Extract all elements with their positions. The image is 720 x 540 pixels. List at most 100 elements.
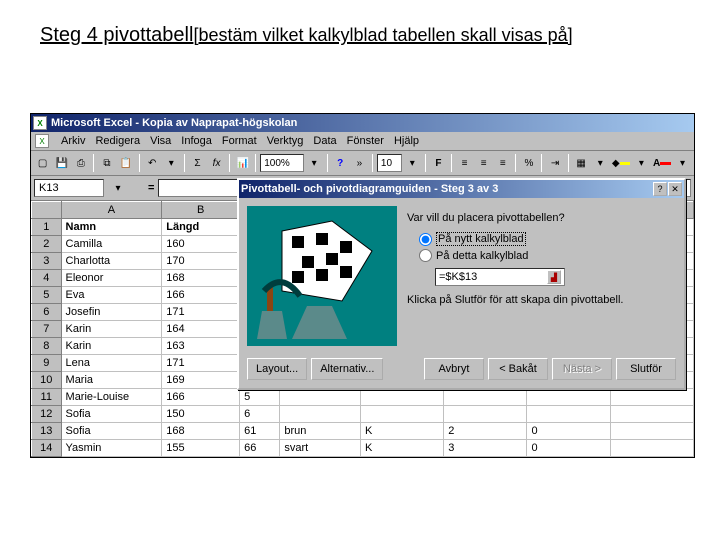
cell[interactable]: Josefin bbox=[61, 304, 162, 321]
cell[interactable]: 0 bbox=[527, 440, 610, 457]
cell[interactable]: Lena bbox=[61, 355, 162, 372]
row-header[interactable]: 6 bbox=[32, 304, 62, 321]
cell[interactable] bbox=[444, 389, 527, 406]
cancel-button[interactable]: Avbryt bbox=[424, 358, 484, 380]
cell[interactable]: 2 bbox=[444, 423, 527, 440]
bold-button[interactable]: F bbox=[430, 153, 447, 173]
row-header[interactable]: 14 bbox=[32, 440, 62, 457]
row-header[interactable]: 12 bbox=[32, 406, 62, 423]
cell[interactable]: 164 bbox=[162, 321, 240, 338]
redo-dropdown[interactable]: ▾ bbox=[163, 153, 180, 173]
percent-button[interactable]: % bbox=[520, 153, 537, 173]
cell[interactable]: 61 bbox=[240, 423, 280, 440]
menu-arkiv[interactable]: Arkiv bbox=[61, 135, 85, 147]
cell[interactable]: 6 bbox=[240, 406, 280, 423]
align-center-button[interactable]: ≡ bbox=[475, 153, 492, 173]
menu-visa[interactable]: Visa bbox=[150, 135, 171, 147]
cell[interactable]: 163 bbox=[162, 338, 240, 355]
cell[interactable]: Karin bbox=[61, 321, 162, 338]
row-header[interactable]: 8 bbox=[32, 338, 62, 355]
collapse-dialog-icon[interactable]: ▟ bbox=[547, 270, 561, 284]
cell[interactable]: Sofia bbox=[61, 406, 162, 423]
cell[interactable] bbox=[360, 406, 443, 423]
cell[interactable]: Eva bbox=[61, 287, 162, 304]
menu-redigera[interactable]: Redigera bbox=[95, 135, 140, 147]
help-button[interactable]: ? bbox=[332, 153, 349, 173]
indent-button[interactable]: ⇥ bbox=[546, 153, 563, 173]
row-header[interactable]: 5 bbox=[32, 287, 62, 304]
more-button[interactable]: » bbox=[351, 153, 368, 173]
layout-button[interactable]: Layout... bbox=[247, 358, 307, 380]
radio-this-sheet[interactable] bbox=[419, 249, 432, 262]
dialog-close-button[interactable]: ✕ bbox=[668, 182, 682, 196]
row-header[interactable]: 9 bbox=[32, 355, 62, 372]
cell[interactable]: 169 bbox=[162, 372, 240, 389]
print-button[interactable]: ⎙ bbox=[72, 153, 89, 173]
fontsize-input[interactable]: 10 bbox=[377, 154, 402, 172]
cell[interactable]: 171 bbox=[162, 304, 240, 321]
fx-button[interactable]: fx bbox=[208, 153, 225, 173]
cell[interactable]: svart bbox=[280, 440, 361, 457]
cell[interactable]: Karin bbox=[61, 338, 162, 355]
chart-button[interactable]: 📊 bbox=[234, 153, 251, 173]
cell[interactable]: 3 bbox=[444, 440, 527, 457]
cell[interactable]: 168 bbox=[162, 423, 240, 440]
undo-button[interactable]: ↶ bbox=[144, 153, 161, 173]
fontsize-dropdown[interactable]: ▾ bbox=[404, 153, 421, 173]
cell[interactable] bbox=[527, 389, 610, 406]
save-button[interactable]: 💾 bbox=[53, 153, 70, 173]
zoom-input[interactable]: 100% bbox=[260, 154, 303, 172]
border-button[interactable]: ▦ bbox=[573, 153, 590, 173]
cell[interactable]: Marie-Louise bbox=[61, 389, 162, 406]
back-button[interactable]: < Bakåt bbox=[488, 358, 548, 380]
cell[interactable]: 171 bbox=[162, 355, 240, 372]
new-button[interactable]: ▢ bbox=[34, 153, 51, 173]
border-dropdown[interactable]: ▾ bbox=[592, 153, 609, 173]
zoom-dropdown[interactable]: ▾ bbox=[306, 153, 323, 173]
options-button[interactable]: Alternativ... bbox=[311, 358, 383, 380]
dialog-titlebar[interactable]: Pivottabell- och pivotdiagramguiden - St… bbox=[239, 180, 684, 198]
cell[interactable]: 170 bbox=[162, 253, 240, 270]
cell[interactable]: Maria bbox=[61, 372, 162, 389]
cell[interactable]: 166 bbox=[162, 389, 240, 406]
paste-button[interactable]: 📋 bbox=[118, 153, 135, 173]
cell[interactable] bbox=[280, 389, 361, 406]
row-header[interactable]: 7 bbox=[32, 321, 62, 338]
menu-fonster[interactable]: Fönster bbox=[347, 135, 384, 147]
cell[interactable]: 160 bbox=[162, 236, 240, 253]
cell[interactable]: Charlotta bbox=[61, 253, 162, 270]
cell[interactable] bbox=[360, 389, 443, 406]
cell[interactable] bbox=[610, 406, 693, 423]
cell[interactable] bbox=[610, 423, 693, 440]
cell[interactable]: 168 bbox=[162, 270, 240, 287]
row-header[interactable]: 13 bbox=[32, 423, 62, 440]
row-header[interactable]: 4 bbox=[32, 270, 62, 287]
align-right-button[interactable]: ≡ bbox=[494, 153, 511, 173]
cell[interactable]: Yasmin bbox=[61, 440, 162, 457]
cell[interactable]: 150 bbox=[162, 406, 240, 423]
finish-button[interactable]: Slutför bbox=[616, 358, 676, 380]
menu-data[interactable]: Data bbox=[313, 135, 336, 147]
menu-format[interactable]: Format bbox=[222, 135, 257, 147]
cell[interactable]: brun bbox=[280, 423, 361, 440]
radio-new-sheet[interactable] bbox=[419, 233, 432, 246]
cell[interactable] bbox=[280, 406, 361, 423]
cell[interactable] bbox=[527, 406, 610, 423]
namebox-dropdown[interactable]: ▾ bbox=[108, 178, 128, 198]
cell[interactable] bbox=[610, 389, 693, 406]
cell[interactable]: K bbox=[360, 440, 443, 457]
cell[interactable]: 66 bbox=[240, 440, 280, 457]
cell[interactable] bbox=[610, 440, 693, 457]
cell-ref-input[interactable]: =$K$13 ▟ bbox=[435, 268, 565, 286]
cell[interactable]: 0 bbox=[527, 423, 610, 440]
cell[interactable]: Eleonor bbox=[61, 270, 162, 287]
cell[interactable]: Sofia bbox=[61, 423, 162, 440]
menu-verktyg[interactable]: Verktyg bbox=[267, 135, 304, 147]
fillcolor-dropdown[interactable]: ▾ bbox=[633, 153, 650, 173]
row-header[interactable]: 1 bbox=[32, 219, 62, 236]
cell[interactable]: 155 bbox=[162, 440, 240, 457]
dialog-help-button[interactable]: ? bbox=[653, 182, 667, 196]
col-header[interactable]: A bbox=[61, 202, 162, 219]
cell[interactable]: K bbox=[360, 423, 443, 440]
copy-button[interactable]: ⧉ bbox=[98, 153, 115, 173]
